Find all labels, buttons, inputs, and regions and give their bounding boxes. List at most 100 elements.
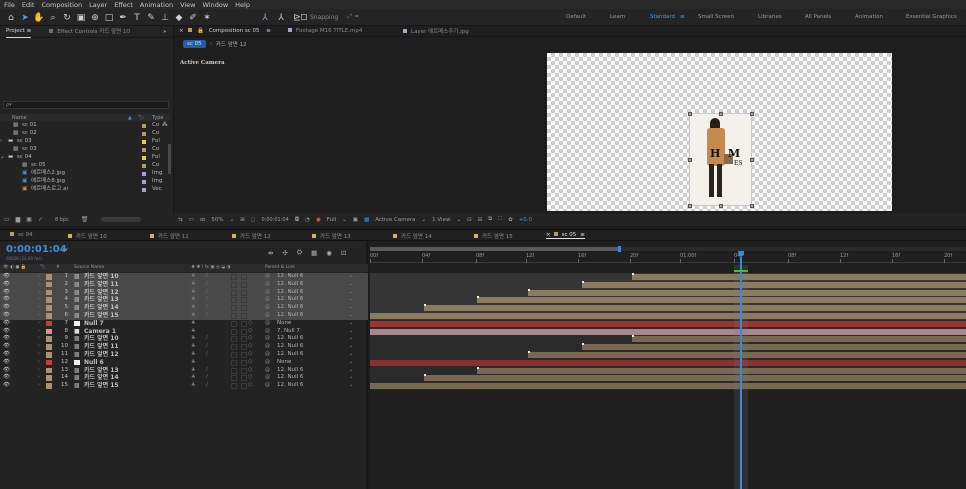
- switches-header[interactable]: ♣ ✱ \ fx ▣ ◎ ◒ ◑: [191, 264, 231, 272]
- fast-preview-icon[interactable]: ⧉: [488, 216, 492, 223]
- playhead[interactable]: [734, 251, 749, 489]
- label-color-swatch[interactable]: [142, 156, 146, 160]
- 3d-layer-switch-icon[interactable]: ⬡: [248, 320, 252, 328]
- layer-row[interactable]: 👁 › 12 Null 6 ♣ ⬡ @ None ⌄: [0, 359, 368, 367]
- layer-duration-bar[interactable]: [477, 366, 966, 374]
- pickwhip-icon[interactable]: @: [265, 374, 270, 382]
- motion-blur-switch[interactable]: [231, 375, 237, 382]
- column-name[interactable]: Name: [12, 115, 27, 121]
- av-features-icons[interactable]: 👁 ◐ ● 🔒: [3, 264, 26, 272]
- shy-switch-icon[interactable]: ♣: [191, 374, 195, 382]
- workspace-small-screen[interactable]: Small Screen: [698, 14, 734, 20]
- trash-icon[interactable]: 🗑: [81, 216, 89, 223]
- chevron-right-icon[interactable]: ›: [38, 359, 40, 367]
- parent-dropdown[interactable]: None: [277, 359, 291, 367]
- flowchart-icon[interactable]: ⁂: [162, 122, 168, 130]
- chevron-right-icon[interactable]: ›: [38, 367, 40, 375]
- layer-row[interactable]: 👁 › 8 ■ Camera 1 ♣ ⬡ @7. Null 7 ⌄: [0, 328, 368, 336]
- toggle-pixel-icon[interactable]: ⊡: [467, 217, 472, 223]
- visibility-eye-icon[interactable]: 👁: [3, 343, 10, 351]
- pan-behind-tool-icon[interactable]: ⊕: [88, 13, 102, 23]
- motion-blur-switch[interactable]: [231, 320, 237, 327]
- tab-footage[interactable]: Footage M16 TITLE.mp4: [288, 28, 362, 34]
- motion-blur-switch[interactable]: [231, 328, 237, 335]
- tab-project[interactable]: Project ≡: [6, 25, 32, 38]
- parent-dropdown[interactable]: 12. Null 6: [277, 304, 303, 312]
- shy-switch-icon[interactable]: ♣: [191, 273, 195, 281]
- chevron-right-icon[interactable]: ›: [38, 343, 40, 351]
- exposure-value[interactable]: +0.0: [519, 217, 532, 223]
- camera-tool-icon[interactable]: ▣: [74, 13, 88, 23]
- breadcrumb-item-card[interactable]: 카드 앞면 12: [216, 40, 247, 48]
- chevron-down-icon[interactable]: ⌄: [349, 382, 353, 390]
- adjustment-switch[interactable]: [241, 383, 247, 390]
- show-snapshot-icon[interactable]: ◔: [305, 217, 310, 223]
- layer-name[interactable]: 카드 앞면 15: [84, 312, 119, 320]
- layer-label-color[interactable]: [46, 313, 52, 319]
- layer-label-color[interactable]: [46, 320, 52, 327]
- workspace-standard[interactable]: Standard: [650, 14, 675, 20]
- label-color-swatch[interactable]: [142, 188, 146, 192]
- layer-duration-bar[interactable]: [370, 313, 966, 319]
- in-point-marker[interactable]: [477, 366, 480, 369]
- shy-switch-icon[interactable]: ♣: [191, 304, 195, 312]
- tab-effect-controls[interactable]: Effect Controls 카드 앞면 10: [49, 26, 130, 38]
- in-point-marker[interactable]: [423, 374, 426, 377]
- transform-handle[interactable]: [719, 204, 723, 208]
- motion-blur-switch[interactable]: [231, 297, 237, 304]
- transform-handle[interactable]: [719, 112, 723, 116]
- chevron-down-icon[interactable]: ⌄: [349, 320, 353, 328]
- label-column-icon[interactable]: 🏷: [40, 264, 46, 272]
- pickwhip-icon[interactable]: @: [265, 382, 270, 390]
- quality-switch-icon[interactable]: /: [206, 343, 208, 351]
- quality-switch-icon[interactable]: /: [206, 382, 208, 390]
- in-point-marker[interactable]: [423, 304, 426, 307]
- parent-dropdown[interactable]: 12. Null 6: [277, 289, 303, 297]
- timeline-tab[interactable]: 카드 앞면 10: [68, 232, 107, 240]
- parent-dropdown[interactable]: 12. Null 6: [277, 273, 303, 281]
- visibility-eye-icon[interactable]: 👁: [3, 273, 10, 281]
- layer-label-color[interactable]: [46, 281, 52, 288]
- layer-row[interactable]: 👁 › 15 ▩ 카드 앞면 15 ♣ / ⬡ @12. Null 6 ⌄: [0, 382, 368, 390]
- motion-blur-switch[interactable]: [231, 274, 237, 280]
- adjustment-switch[interactable]: [241, 352, 247, 358]
- chevron-right-icon[interactable]: ›: [38, 382, 40, 390]
- home-icon[interactable]: ⌂: [4, 13, 18, 23]
- project-search-input[interactable]: ρ▾: [3, 101, 169, 109]
- visibility-eye-icon[interactable]: 👁: [3, 351, 10, 359]
- menu-item[interactable]: Composition: [41, 1, 82, 9]
- pickwhip-icon[interactable]: @: [265, 273, 270, 281]
- breadcrumb-item-sc05[interactable]: sc 05: [183, 39, 206, 48]
- layer-duration-bar[interactable]: [581, 280, 966, 288]
- visibility-eye-icon[interactable]: 👁: [3, 359, 10, 367]
- lock-icon[interactable]: 🔒: [197, 28, 204, 34]
- clone-stamp-tool-icon[interactable]: ⊥: [158, 13, 172, 23]
- transform-handle[interactable]: [750, 204, 754, 208]
- selection-tool-icon[interactable]: ➤: [18, 13, 32, 23]
- chevron-right-icon[interactable]: ›: [38, 312, 40, 320]
- exposure-icon[interactable]: ✿: [508, 217, 513, 223]
- adjustment-switch[interactable]: [241, 336, 247, 343]
- project-item[interactable]: ▩ sc 01 Co ⁂: [0, 122, 170, 130]
- adjustment-switch[interactable]: [241, 274, 247, 280]
- roto-brush-tool-icon[interactable]: ✐: [186, 13, 200, 23]
- visibility-eye-icon[interactable]: 👁: [3, 312, 10, 320]
- project-item[interactable]: ▩ sc 02 Co: [0, 130, 170, 138]
- 3d-layer-switch-icon[interactable]: ⬡: [248, 374, 252, 382]
- zoom-tool-icon[interactable]: ⌕: [46, 13, 60, 23]
- parent-dropdown[interactable]: 7. Null 7: [277, 328, 300, 336]
- chevron-right-icon[interactable]: ›: [38, 351, 40, 359]
- chevron-down-icon[interactable]: ⌄: [349, 328, 353, 336]
- label-column-icon[interactable]: 🏷: [138, 115, 144, 121]
- color-channels-icon[interactable]: ●: [316, 217, 321, 223]
- adjustment-switch[interactable]: [241, 281, 247, 288]
- quality-switch-icon[interactable]: /: [206, 296, 208, 304]
- layer-label-color[interactable]: [46, 375, 52, 381]
- layer-duration-bar[interactable]: [370, 328, 966, 335]
- transform-handle[interactable]: [688, 158, 692, 162]
- pickwhip-icon[interactable]: @: [265, 328, 270, 336]
- shy-switch-icon[interactable]: ♣: [191, 367, 195, 375]
- timeline-tab[interactable]: × sc 05 ≡: [546, 232, 585, 239]
- zoom-dropdown[interactable]: 50%: [211, 217, 223, 223]
- timeline-search-input[interactable]: ρ▾: [62, 247, 68, 253]
